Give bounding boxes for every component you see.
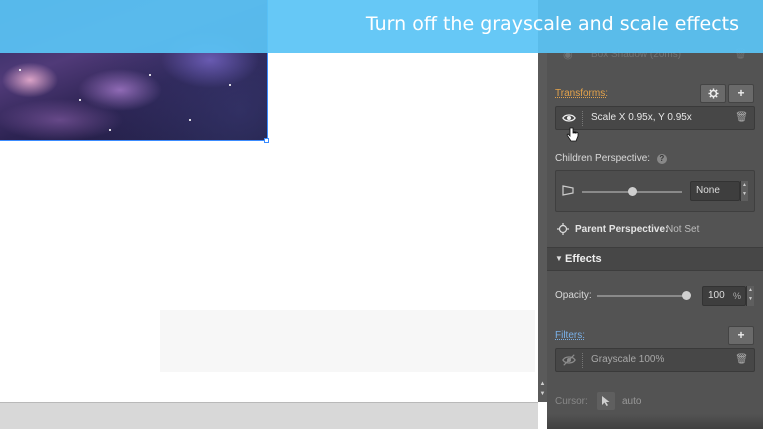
horizontal-scrollbar[interactable] <box>0 402 538 429</box>
perspective-stepper[interactable]: ▲ ▼ <box>740 181 748 201</box>
style-panel: ◉ Box Shadow (20ms) 🗑 Transforms: + Scal… <box>547 0 763 429</box>
help-icon[interactable]: ? <box>656 154 667 164</box>
banner-text: Turn off the grayscale and scale effects <box>365 13 739 35</box>
stepper-down-icon[interactable]: ▼ <box>741 190 748 199</box>
perspective-icon <box>562 185 574 196</box>
parent-perspective-value: Not Set <box>666 224 700 235</box>
transforms-settings-button[interactable] <box>700 84 726 103</box>
stepper-down-icon[interactable]: ▼ <box>747 295 754 304</box>
stepper-up-icon[interactable]: ▲ <box>747 286 754 295</box>
opacity-unit: % <box>732 291 741 301</box>
drag-handle[interactable] <box>582 111 583 126</box>
drag-handle[interactable] <box>582 353 583 368</box>
opacity-slider-knob[interactable] <box>682 291 691 300</box>
gear-icon <box>707 88 719 99</box>
add-filter-button[interactable]: + <box>728 326 754 345</box>
plus-icon: + <box>737 328 745 342</box>
opacity-stepper[interactable]: ▲ ▼ <box>746 286 754 306</box>
faded-element <box>160 310 535 372</box>
opacity-value: 100 <box>708 290 725 301</box>
cursor-label: Cursor: <box>555 396 588 407</box>
filters-label: Filters: <box>555 330 585 341</box>
children-perspective-control: None ▲ ▼ <box>555 170 755 212</box>
crosshair-icon <box>557 223 569 235</box>
effects-section-header[interactable]: ▼ Effects <box>547 247 763 271</box>
transforms-label: Transforms: <box>555 88 608 99</box>
hand-cursor-icon <box>566 127 579 142</box>
parent-perspective-label: Parent Perspective: <box>575 224 669 235</box>
collapse-caret-icon[interactable]: ▼ <box>555 254 563 263</box>
transform-item-row[interactable]: Scale X 0.95x, Y 0.95x 🗑 <box>555 106 755 142</box>
children-perspective-text: Children Perspective: <box>555 153 651 164</box>
stepper-up-icon[interactable]: ▲ <box>741 181 748 190</box>
perspective-slider-knob[interactable] <box>628 187 637 196</box>
filter-item-row[interactable]: Grayscale 100% 🗑 <box>555 348 755 372</box>
opacity-label: Opacity: <box>555 290 592 301</box>
trash-icon[interactable]: 🗑 <box>735 112 748 123</box>
scroll-up-arrow-icon[interactable]: ▲ <box>539 380 546 388</box>
cursor-row[interactable]: Cursor: auto <box>555 392 755 412</box>
scroll-down-arrow-icon[interactable]: ▼ <box>539 390 546 398</box>
resize-handle[interactable] <box>264 138 269 143</box>
arrow-cursor-icon <box>602 396 610 406</box>
panel-fade <box>547 414 763 429</box>
add-transform-button[interactable]: + <box>728 84 754 103</box>
opacity-slider-track[interactable] <box>597 295 687 297</box>
perspective-input[interactable]: None <box>690 181 740 201</box>
transform-item-label: Scale X 0.95x, Y 0.95x <box>591 112 692 123</box>
trash-icon[interactable]: 🗑 <box>735 354 748 365</box>
vertical-scrollbar[interactable]: ▲ ▼ <box>538 0 547 402</box>
effects-title: Effects <box>565 253 602 265</box>
cursor-picker-button[interactable] <box>597 392 615 410</box>
design-canvas[interactable] <box>0 0 538 402</box>
parent-perspective-row[interactable]: Parent Perspective: Not Set <box>555 222 755 238</box>
plus-icon: + <box>737 86 745 100</box>
filter-item-label: Grayscale 100% <box>591 354 665 365</box>
children-perspective-label: Children Perspective: ? <box>555 153 667 164</box>
eye-icon[interactable] <box>562 111 576 125</box>
eye-hidden-icon[interactable] <box>562 353 576 367</box>
cursor-value: auto <box>622 396 642 407</box>
instruction-banner: Turn off the grayscale and scale effects <box>0 0 763 53</box>
opacity-input[interactable]: 100 % <box>702 286 746 306</box>
